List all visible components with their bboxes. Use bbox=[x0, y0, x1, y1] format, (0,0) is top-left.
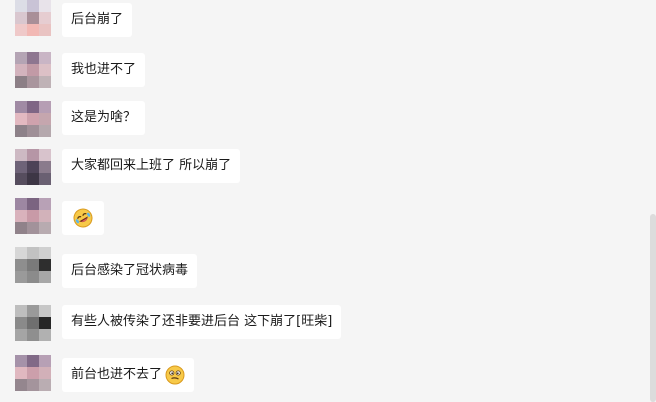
message-bubble[interactable]: 后台崩了 bbox=[62, 3, 133, 37]
message-bubble[interactable]: 有些人被传染了还非要进后台 这下崩了[旺柴] bbox=[62, 305, 342, 339]
message-bubble[interactable]: 后台感染了冠状病毒 bbox=[62, 254, 198, 288]
avatar[interactable] bbox=[15, 305, 51, 341]
avatar[interactable] bbox=[15, 0, 51, 36]
scrollbar[interactable] bbox=[650, 214, 656, 402]
message-bubble[interactable]: 前台也进不去了 bbox=[62, 358, 195, 392]
avatar[interactable] bbox=[15, 198, 51, 234]
message-bubble[interactable]: 我也进不了 bbox=[62, 53, 146, 87]
avatar[interactable] bbox=[15, 355, 51, 391]
message-text: 前台也进不去了 bbox=[71, 367, 163, 382]
dizzy-face-emoji-icon bbox=[165, 365, 185, 385]
rofl-emoji-icon bbox=[73, 208, 93, 228]
message-bubble[interactable] bbox=[62, 201, 104, 235]
avatar[interactable] bbox=[15, 247, 51, 283]
avatar[interactable] bbox=[15, 149, 51, 185]
avatar[interactable] bbox=[15, 52, 51, 88]
message-text: 大家都回来上班了 所以崩了 bbox=[71, 158, 232, 173]
chat-message-list: 后台崩了 我也进不了 这是为啥？ 大家都回来上班了 所以崩了 后台感染了冠状病毒… bbox=[0, 0, 656, 402]
message-text: 我也进不了 bbox=[71, 62, 137, 77]
avatar[interactable] bbox=[15, 101, 51, 137]
message-bubble[interactable]: 大家都回来上班了 所以崩了 bbox=[62, 149, 241, 183]
message-bubble[interactable]: 这是为啥？ bbox=[62, 101, 146, 135]
message-text: 这是为啥？ bbox=[71, 110, 137, 125]
message-text: 后台感染了冠状病毒 bbox=[71, 263, 189, 278]
message-text: 有些人被传染了还非要进后台 这下崩了[旺柴] bbox=[71, 314, 333, 329]
message-text: 后台崩了 bbox=[71, 12, 124, 27]
